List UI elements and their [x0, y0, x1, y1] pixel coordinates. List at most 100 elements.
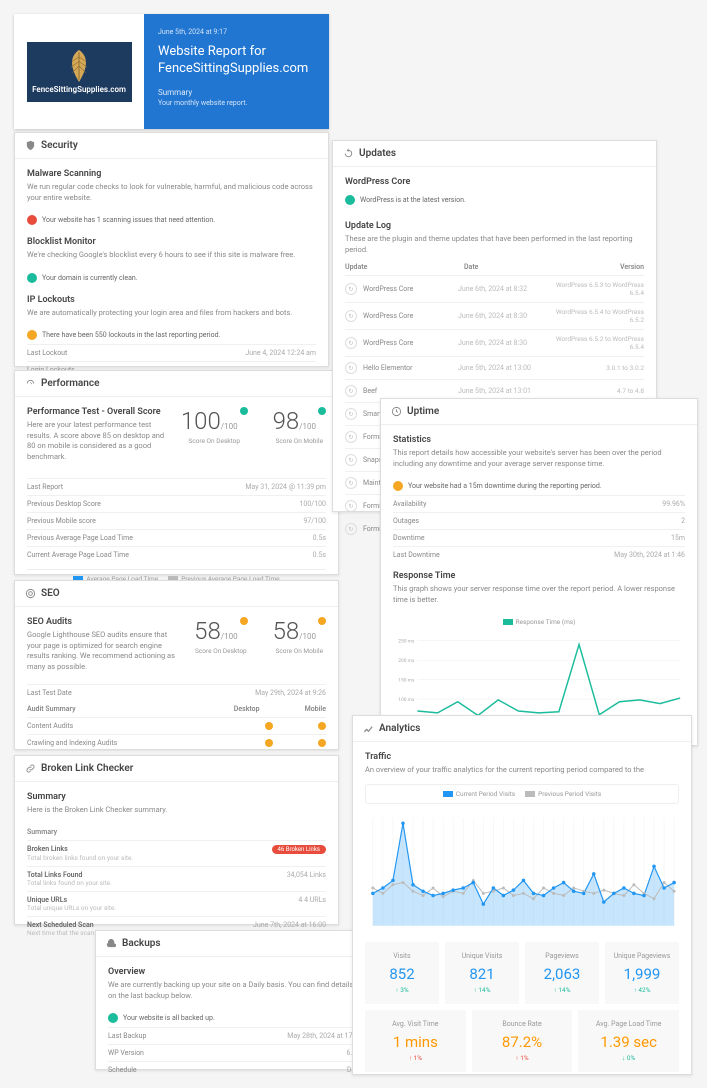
- stat-box: Unique Visits821↑ 14%: [445, 942, 519, 1004]
- malware-desc: We run regular code checks to look for v…: [27, 182, 316, 203]
- malware-title: Malware Scanning: [27, 169, 316, 179]
- perf-desc: Here are your latest performance test re…: [27, 420, 166, 462]
- stats-desc: This report details how accessible your …: [393, 448, 685, 469]
- security-title: Security: [41, 140, 78, 151]
- table-row: Current Average Page Load Time0.5s: [27, 546, 326, 563]
- desktop-score: 100/100 Score On Desktop: [181, 407, 248, 470]
- report-title: Website Report for FenceSittingSupplies.…: [158, 44, 315, 78]
- update-row: ↻Hello ElementorJune 5th, 2024 at 13:003…: [345, 356, 644, 379]
- blc-title: Broken Link Checker: [41, 763, 133, 774]
- uptime-status: Your website had a 15m downtime during t…: [408, 482, 602, 490]
- target-icon: [25, 588, 36, 599]
- security-panel: Security Malware Scanning We run regular…: [14, 132, 329, 367]
- status-icon: [345, 195, 355, 205]
- table-row: Broken Links46 Broken LinksTotal broken …: [27, 840, 326, 866]
- malware-status: Your website has 1 scanning issues that …: [42, 216, 215, 224]
- backups-section: Overview: [108, 967, 362, 977]
- updates-title: Updates: [359, 148, 396, 159]
- logo: FenceSittingSupplies.com: [27, 42, 132, 102]
- refresh-icon: [343, 148, 354, 159]
- lockouts-desc: We are automatically protecting your log…: [27, 308, 316, 319]
- gauge-icon: [25, 378, 36, 389]
- analytics-title: Analytics: [379, 723, 420, 734]
- uptime-title: Uptime: [407, 406, 439, 417]
- status-icon: [393, 481, 403, 491]
- logo-area: FenceSittingSupplies.com: [14, 14, 144, 129]
- blc-summary-label: Summary: [27, 792, 326, 802]
- stat-box: Unique Pageviews1,999↑ 42%: [605, 942, 679, 1004]
- report-header: FenceSittingSupplies.com June 5th, 2024 …: [14, 14, 329, 129]
- stats-title: Statistics: [393, 435, 685, 445]
- uptime-panel: Uptime Statistics This report details ho…: [380, 398, 698, 746]
- table-row: Last DowntimeMay 30th, 2024 at 1:46: [393, 546, 685, 563]
- svg-text:200 ms: 200 ms: [398, 658, 415, 664]
- clock-icon: [391, 406, 402, 417]
- table-row: ScheduleDaily: [108, 1061, 362, 1078]
- table-row: Previous Mobile score97/100: [27, 512, 326, 529]
- table-row: Availability99.96%: [393, 495, 685, 512]
- table-row: Outages2: [393, 512, 685, 529]
- audit-row: Content Audits: [27, 717, 326, 734]
- blocklist-status: Your domain is currently clean.: [42, 274, 138, 282]
- chart-icon: [363, 723, 374, 734]
- link-icon: [25, 763, 36, 774]
- stat-box: Pageviews2,063↑ 14%: [525, 942, 599, 1004]
- backups-title: Backups: [122, 938, 161, 949]
- logo-text: FenceSittingSupplies.com: [32, 85, 126, 94]
- backups-desc: We are currently backing up your site on…: [108, 980, 362, 1001]
- performance-title: Performance: [41, 378, 99, 389]
- traffic-title: Traffic: [365, 752, 679, 762]
- table-row: Downtime15m: [393, 529, 685, 546]
- blc-panel: Broken Link Checker Summary Here is the …: [14, 755, 339, 925]
- status-icon: [27, 330, 37, 340]
- stat-box: Avg. Page Load Time1.39 sec↓ 0%: [578, 1010, 679, 1072]
- table-row: WP Version6.5.3: [108, 1044, 362, 1061]
- seo-desktop-score: 58/100 Score On Desktop: [194, 617, 247, 680]
- backups-panel: Backups Overview We are currently backin…: [95, 930, 375, 1070]
- summary-desc: Your monthly website report.: [158, 99, 315, 107]
- backups-status: Your website is all backed up.: [123, 1014, 215, 1022]
- table-row: Previous Desktop Score100/100: [27, 495, 326, 512]
- svg-text:250 ms: 250 ms: [398, 639, 415, 645]
- status-icon: [27, 273, 37, 283]
- svg-text:100 ms: 100 ms: [398, 697, 415, 703]
- table-row: Total Links Found34,054 LinksTotal links…: [27, 866, 326, 891]
- seo-section: SEO Audits: [27, 617, 179, 627]
- svg-text:150 ms: 150 ms: [398, 678, 415, 684]
- seo-desc: Google Lighthouse SEO audits ensure that…: [27, 630, 179, 672]
- stat-box: Avg. Visit Time1 mins↑ 1%: [365, 1010, 466, 1072]
- core-status: WordPress is at the latest version.: [360, 196, 466, 204]
- blc-summary-desc: Here is the Broken Link Checker summary.: [27, 805, 326, 816]
- perf-section: Performance Test - Overall Score: [27, 407, 166, 417]
- log-desc: These are the plugin and theme updates t…: [345, 234, 644, 255]
- log-title: Update Log: [345, 221, 644, 231]
- traffic-desc: An overview of your traffic analytics fo…: [365, 765, 679, 776]
- rt-title: Response Time: [393, 571, 685, 581]
- mobile-score: 98/100 Score On Mobile: [273, 407, 326, 470]
- table-row: Previous Average Page Load Time0.5s: [27, 529, 326, 546]
- seo-title: SEO: [41, 588, 60, 599]
- audit-row: Crawling and Indexing Audits: [27, 734, 326, 751]
- table-row: Last BackupMay 28th, 2024 at 17:04: [108, 1027, 362, 1044]
- seo-mobile-score: 58/100 Score On Mobile: [273, 617, 326, 680]
- update-row: ↻WordPress CoreJune 6th, 2024 at 8:30Wor…: [345, 329, 644, 356]
- performance-panel: Performance Performance Test - Overall S…: [14, 370, 339, 575]
- rt-desc: This graph shows your server response ti…: [393, 584, 685, 605]
- blocklist-title: Blocklist Monitor: [27, 237, 316, 247]
- lockouts-status: There have been 550 lockouts in the last…: [42, 331, 220, 339]
- update-row: ↻WordPress CoreJune 6th, 2024 at 8:30Wor…: [345, 302, 644, 329]
- lockouts-title: IP Lockouts: [27, 295, 316, 305]
- status-icon: [27, 215, 37, 225]
- summary-label: Summary: [158, 88, 315, 97]
- leaf-icon: [65, 50, 93, 82]
- table-row: Unique URLs4 4 URLsTotal unique URLs on …: [27, 891, 326, 916]
- table-row: Last LockoutJune 4, 2024 12:24 am: [27, 344, 316, 361]
- status-icon: [108, 1013, 118, 1023]
- report-date: June 5th, 2024 at 9:17: [158, 28, 315, 36]
- traffic-chart: [365, 808, 679, 936]
- stat-box: Visits852↑ 3%: [365, 942, 439, 1004]
- backup-icon: [106, 938, 117, 949]
- seo-panel: SEO SEO Audits Google Lighthouse SEO aud…: [14, 580, 339, 750]
- core-title: WordPress Core: [345, 177, 644, 187]
- shield-icon: [25, 140, 36, 151]
